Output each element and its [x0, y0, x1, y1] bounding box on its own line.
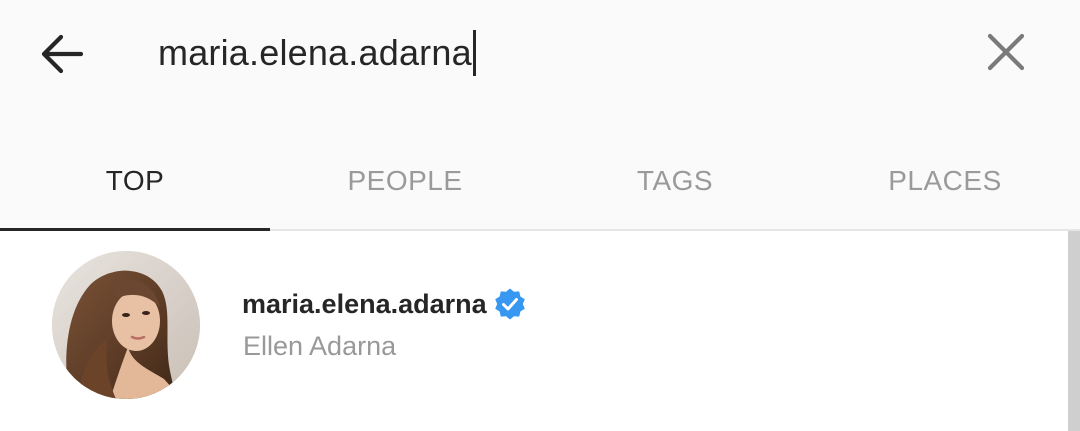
- close-icon: [987, 33, 1025, 71]
- verified-badge-icon: [493, 287, 527, 321]
- result-full-name: Ellen Adarna: [243, 331, 397, 361]
- avatar: [52, 251, 200, 399]
- scrollbar[interactable]: [1068, 231, 1080, 431]
- result-username: maria.elena.adarna: [242, 288, 487, 319]
- text-caret: [472, 30, 476, 76]
- tab-top[interactable]: TOP: [0, 130, 270, 231]
- tab-tags[interactable]: TAGS: [540, 130, 810, 231]
- tab-places[interactable]: PLACES: [810, 130, 1080, 231]
- search-input[interactable]: maria.elena.adarna: [158, 20, 918, 86]
- search-header: maria.elena.adarna TOP PEOPLE TAGS PLACE…: [0, 0, 1080, 231]
- arrow-left-icon: [41, 34, 84, 74]
- tab-people[interactable]: PEOPLE: [270, 130, 540, 231]
- search-query-text: maria.elena.adarna: [158, 32, 472, 73]
- search-result-item[interactable]: maria.elena.adarna Ellen Adarna: [0, 231, 1066, 411]
- search-tabs: TOP PEOPLE TAGS PLACES: [0, 130, 1080, 231]
- back-button[interactable]: [30, 22, 94, 86]
- clear-search-button[interactable]: [976, 22, 1036, 82]
- result-username-row: maria.elena.adarna: [242, 287, 527, 321]
